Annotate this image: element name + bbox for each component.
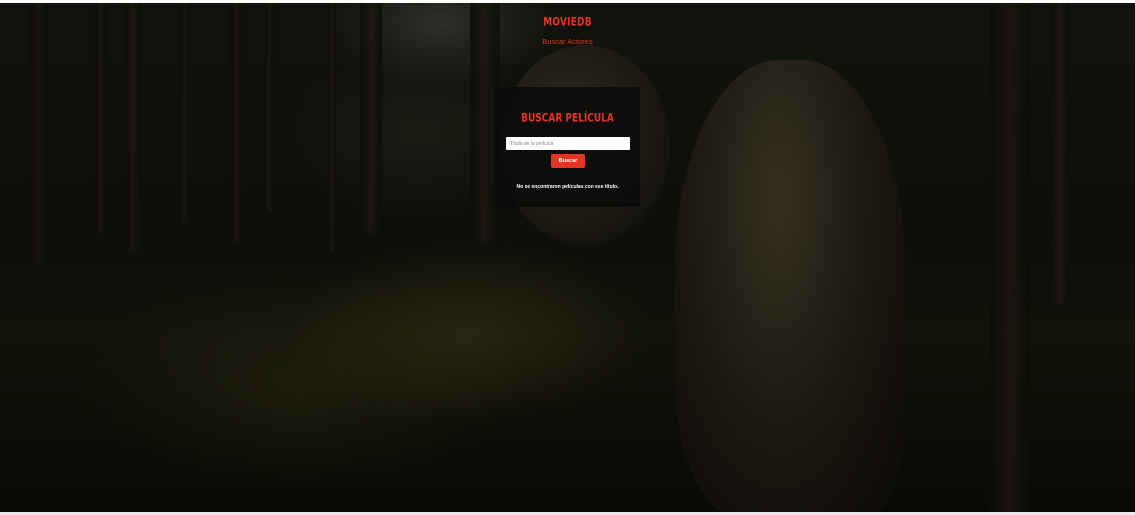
search-title: BUSCAR PELÍCULA [521, 112, 614, 126]
search-panel: BUSCAR PELÍCULA Buscar No se encontraron… [495, 87, 640, 207]
movie-title-input[interactable] [506, 137, 630, 150]
page: MOVIEDB Buscar Actores BUSCAR PELÍCULA B… [0, 0, 1135, 515]
nav-link-buscar-actores[interactable]: Buscar Actores [0, 37, 1135, 46]
brand-logo[interactable]: MOVIEDB [0, 17, 1135, 30]
search-button[interactable]: Buscar [551, 154, 585, 168]
no-results-message: No se encontraron películas con ese títu… [516, 184, 619, 190]
background-overlay [0, 3, 1135, 515]
